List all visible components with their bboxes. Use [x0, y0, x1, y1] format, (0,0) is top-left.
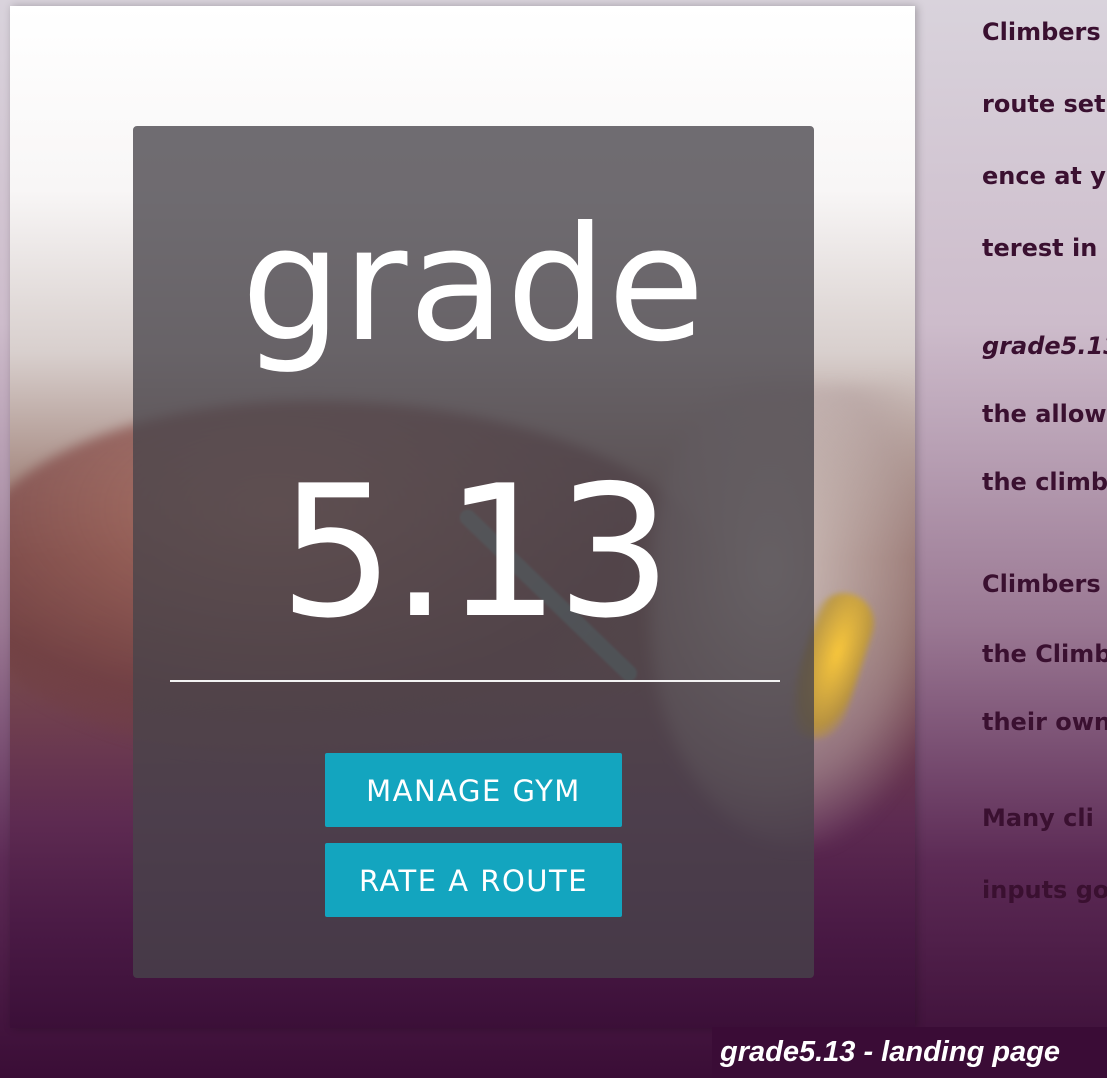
side-text-line: route set — [982, 90, 1106, 118]
side-text-line: inputs go — [982, 876, 1107, 904]
manage-gym-button[interactable]: MANAGE GYM — [325, 753, 622, 827]
side-description-bottom: Many cli inputs go — [982, 804, 1107, 954]
side-text-line: Many cli — [982, 804, 1094, 832]
side-text-line: the climb — [982, 468, 1107, 496]
side-description: Climbers route set ence at y terest in g… — [982, 18, 1107, 753]
side-text-line: ence at y — [982, 162, 1106, 190]
brand-card: grade 5.13 MANAGE GYM RATE A ROUTE — [133, 126, 814, 978]
side-text-line: the allow — [982, 400, 1107, 428]
side-text-line: grade5.13 — [982, 332, 1107, 360]
side-text-line: Climbers — [982, 18, 1101, 46]
brand-title-line1: grade — [241, 193, 706, 377]
side-text-line: the Climb — [982, 640, 1107, 668]
divider — [170, 680, 780, 682]
side-text-line: terest in — [982, 234, 1098, 262]
page-caption: grade5.13 - landing page — [712, 1027, 1107, 1078]
rate-route-button[interactable]: RATE A ROUTE — [325, 843, 622, 917]
side-text-line: Climbers — [982, 570, 1101, 598]
side-text-line: their own — [982, 708, 1107, 736]
brand-title-line2: 5.13 — [278, 446, 672, 658]
landing-page-panel: grade 5.13 MANAGE GYM RATE A ROUTE — [10, 6, 915, 1028]
